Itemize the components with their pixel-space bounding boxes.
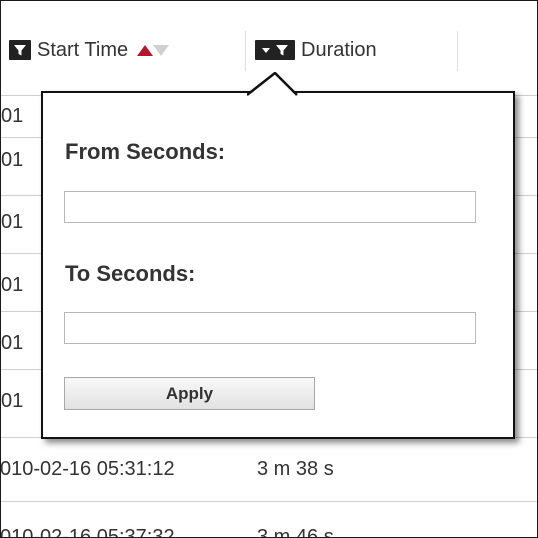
- sort-indicator[interactable]: [136, 42, 170, 58]
- start-time-cell: 010-02-16 05:31:12: [0, 458, 175, 480]
- table-row[interactable]: 010-02-16 05:31:12 3 m 38 s: [1, 437, 537, 502]
- funnel-icon: [275, 45, 288, 56]
- start-time-cell: 010-02-16 05:37:32: [0, 526, 175, 538]
- from-seconds-input[interactable]: [64, 191, 476, 223]
- start-time-cell: 01: [1, 211, 24, 233]
- to-seconds-input[interactable]: [64, 312, 476, 344]
- duration-filter-button[interactable]: [255, 40, 295, 60]
- start-time-cell: 01: [1, 274, 24, 296]
- column-header-start-time[interactable]: Start Time: [9, 33, 170, 67]
- from-seconds-label: From Seconds:: [65, 139, 226, 164]
- column-separator: [245, 31, 246, 71]
- funnel-icon: [14, 45, 26, 56]
- apply-button[interactable]: Apply: [64, 377, 315, 410]
- table-viewport: Start Time Duration 01 01 01 01 01 01 01…: [0, 0, 538, 538]
- column-header-label: Start Time: [37, 38, 129, 61]
- sort-desc-icon: [153, 45, 170, 56]
- column-header-duration[interactable]: Duration: [255, 33, 377, 67]
- column-header-label: Duration: [301, 38, 377, 61]
- to-seconds-label: To Seconds:: [65, 261, 196, 286]
- duration-filter-popup: From Seconds: To Seconds: Apply: [41, 91, 515, 439]
- column-separator: [457, 31, 458, 71]
- start-time-cell: 01: [1, 390, 24, 412]
- popup-pointer: [247, 72, 298, 97]
- table-row[interactable]: 010-02-16 05:37:32 3 m 46 s: [0, 501, 537, 538]
- duration-cell: 3 m 46 s: [257, 526, 334, 538]
- sort-asc-icon: [137, 45, 154, 56]
- duration-cell: 3 m 38 s: [257, 458, 334, 480]
- chevron-down-icon: [261, 48, 270, 53]
- start-time-cell: 01: [1, 332, 24, 354]
- start-time-cell: 01: [1, 105, 24, 127]
- start-time-filter-button[interactable]: [9, 40, 31, 60]
- start-time-cell: 01: [1, 149, 24, 171]
